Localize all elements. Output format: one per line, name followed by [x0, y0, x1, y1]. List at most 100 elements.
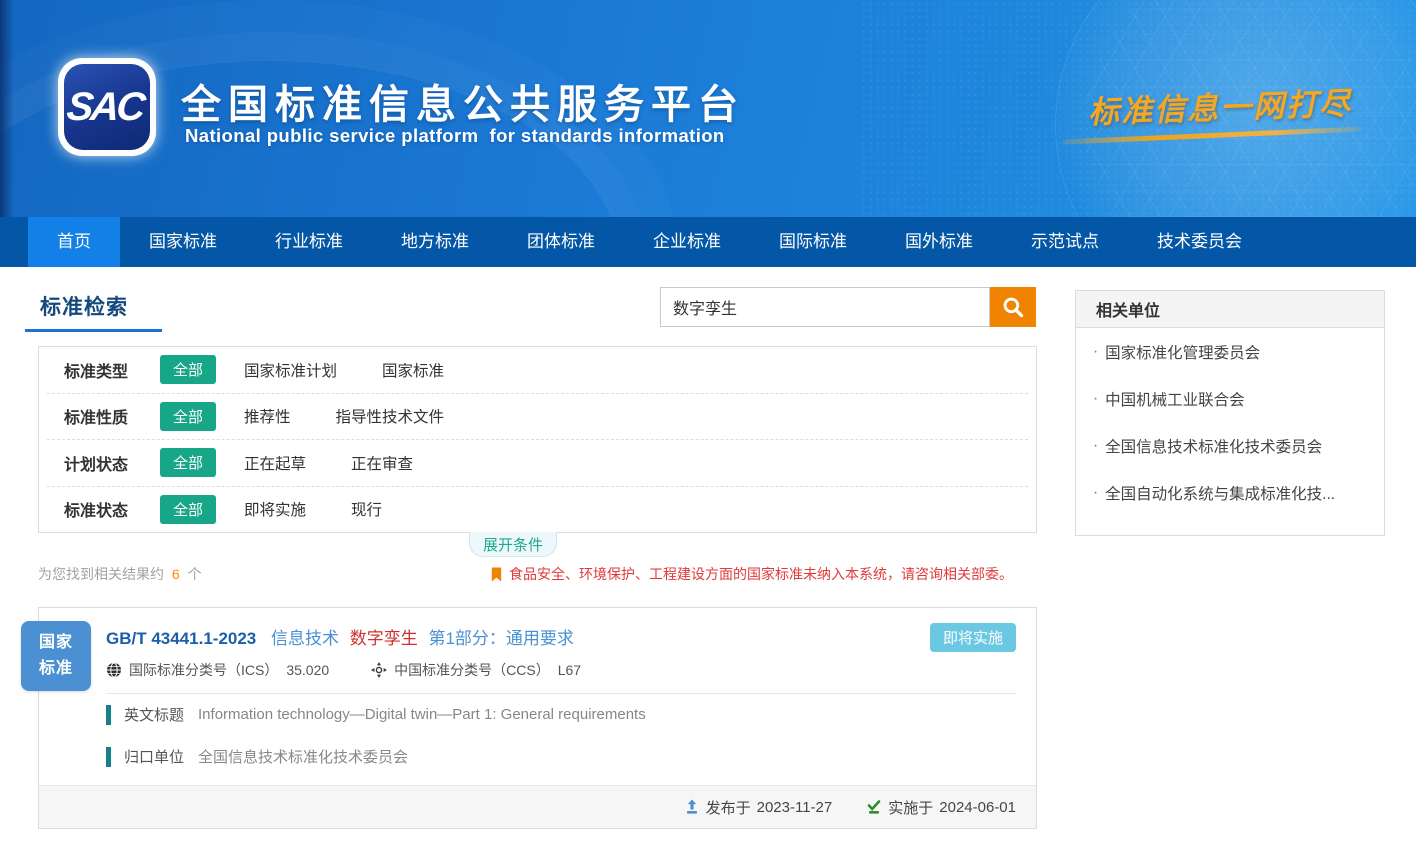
badge-line1: 国家 [39, 630, 73, 656]
related-unit-label: 中国机械工业联合会 [1105, 388, 1245, 410]
nav-tab-foreign-standards[interactable]: 国外标准 [876, 217, 1002, 267]
standard-code: GB/T 43441.1-2023 [106, 629, 256, 648]
list-dot: · [1093, 343, 1098, 361]
standard-title-highlight: 数字孪生 [350, 629, 418, 648]
search-button[interactable] [990, 287, 1036, 327]
publish-date-item: 发布于 2023-11-27 [684, 797, 833, 818]
publish-icon [684, 799, 706, 815]
department-row: 归口单位 全国信息技术标准化技术委员会 [106, 746, 408, 767]
ccs-value: L67 [558, 662, 581, 678]
related-unit-item-0[interactable]: · 国家标准化管理委员会 [1076, 328, 1384, 375]
header-edge-decoration [0, 0, 14, 217]
standard-title-part2: 第1部分：通用要求 [428, 629, 573, 648]
sac-logo[interactable]: SAC [58, 58, 156, 156]
list-dot: · [1093, 484, 1098, 502]
ccs-label: 中国标准分类号（CCS） [394, 660, 550, 680]
filter-option-standard-status-0[interactable]: 即将实施 [244, 498, 306, 520]
filter-option-standard-nature-0[interactable]: 推荐性 [244, 405, 291, 427]
teal-bar-decoration [106, 705, 111, 725]
related-unit-label: 全国自动化系统与集成标准化技... [1105, 482, 1335, 504]
nav-tab-enterprise-standards[interactable]: 企业标准 [624, 217, 750, 267]
filter-row-standard-status: 标准状态全部即将实施现行 [47, 486, 1028, 533]
standard-type-badge: 国家 标准 [21, 621, 91, 691]
card-meta-row: 国际标准分类号（ICS） 35.020 中国标准分类号（CCS） L67 [106, 660, 623, 680]
nav-tab-local-standards[interactable]: 地方标准 [372, 217, 498, 267]
publish-date: 2023-11-27 [757, 799, 833, 816]
filter-label-standard-nature: 标准性质 [64, 404, 160, 428]
filter-all-button-standard-status[interactable]: 全部 [160, 495, 216, 524]
standard-title-part1: 信息技术 [271, 629, 339, 648]
result-count-suffix: 个 [188, 566, 202, 582]
nav-tab-international-standards[interactable]: 国际标准 [750, 217, 876, 267]
globe-icon [106, 662, 129, 678]
title-underline [25, 329, 162, 332]
ics-value: 35.020 [286, 662, 329, 678]
notice-text: 食品安全、环境保护、工程建设方面的国家标准未纳入本系统，请咨询相关部委。 [509, 564, 1013, 584]
filter-option-standard-type-1[interactable]: 国家标准 [382, 359, 444, 381]
search-icon [1002, 296, 1024, 318]
implement-date-item: 实施于 2024-06-01 [866, 797, 1016, 818]
nav-tab-national-standards[interactable]: 国家标准 [120, 217, 246, 267]
nav-tab-group-standards[interactable]: 团体标准 [498, 217, 624, 267]
search-input[interactable] [660, 287, 990, 327]
filter-box: 标准类型全部国家标准计划国家标准标准性质全部推荐性指导性技术文件计划状态全部正在… [38, 346, 1037, 533]
nav-tab-technical-committee[interactable]: 技术委员会 [1128, 217, 1271, 267]
standard-title-link[interactable]: GB/T 43441.1-2023 信息技术 数字孪生 第1部分：通用要求 [106, 624, 574, 649]
site-header: SAC 全国标准信息公共服务平台 National public service… [0, 0, 1416, 217]
card-footer: 发布于 2023-11-27 实施于 2024-06-01 [39, 785, 1036, 828]
results-row: 为您找到相关结果约 6 个 食品安全、环境保护、工程建设方面的国家标准未纳入本系… [38, 563, 1037, 585]
card-divider [106, 693, 1016, 694]
status-badge: 即将实施 [930, 623, 1016, 652]
department-value: 全国信息技术标准化技术委员会 [198, 746, 408, 767]
english-title-value: Information technology—Digital twin—Part… [198, 706, 646, 723]
filter-option-standard-type-0[interactable]: 国家标准计划 [244, 359, 337, 381]
related-units-list: · 国家标准化管理委员会 · 中国机械工业联合会 · 全国信息技术标准化技术委员会 · 全国自… [1076, 328, 1384, 516]
page-root: SAC 全国标准信息公共服务平台 National public service… [0, 0, 1416, 845]
related-unit-label: 国家标准化管理委员会 [1105, 341, 1260, 363]
ics-label: 国际标准分类号（ICS） [129, 660, 278, 680]
english-title-row: 英文标题 Information technology—Digital twin… [106, 704, 646, 725]
bookmark-icon [489, 566, 509, 583]
filter-all-button-plan-status[interactable]: 全部 [160, 448, 216, 477]
filter-all-button-standard-nature[interactable]: 全部 [160, 402, 216, 431]
nav-tab-pilot[interactable]: 示范试点 [1002, 217, 1128, 267]
nav-tab-home[interactable]: 首页 [28, 217, 120, 267]
teal-bar-decoration [106, 747, 111, 767]
filter-label-plan-status: 计划状态 [64, 451, 160, 475]
related-unit-label: 全国信息技术标准化技术委员会 [1105, 435, 1322, 457]
filter-option-standard-status-1[interactable]: 现行 [351, 498, 382, 520]
filter-label-standard-type: 标准类型 [64, 358, 160, 382]
related-unit-item-2[interactable]: · 全国信息技术标准化技术委员会 [1076, 422, 1384, 469]
filter-option-plan-status-1[interactable]: 正在审查 [351, 452, 413, 474]
result-count: 为您找到相关结果约 6 个 [38, 564, 202, 584]
ics-meta: 国际标准分类号（ICS） 35.020 [106, 660, 329, 680]
department-label: 归口单位 [124, 746, 184, 767]
standard-result-card: 国家 标准 GB/T 43441.1-2023 信息技术 数字孪生 第1部分：通… [38, 607, 1037, 829]
sac-logo-text: SAC [65, 85, 149, 130]
ccs-meta: 中国标准分类号（CCS） L67 [371, 660, 581, 680]
filter-all-button-standard-type[interactable]: 全部 [160, 355, 216, 384]
system-notice: 食品安全、环境保护、工程建设方面的国家标准未纳入本系统，请咨询相关部委。 [489, 564, 1013, 584]
sac-logo-inner: SAC [64, 64, 150, 150]
site-subtitle: National public service platform for sta… [185, 125, 725, 147]
related-unit-item-1[interactable]: · 中国机械工业联合会 [1076, 375, 1384, 422]
list-dot: · [1093, 390, 1098, 408]
main-nav: 首页国家标准行业标准地方标准团体标准企业标准国际标准国外标准示范试点技术委员会 [0, 217, 1416, 267]
implement-label: 实施于 [888, 797, 933, 818]
expand-conditions-button[interactable]: 展开条件 [469, 532, 557, 557]
implement-check-icon [866, 799, 888, 815]
filter-option-plan-status-0[interactable]: 正在起草 [244, 452, 306, 474]
filter-row-standard-type: 标准类型全部 国家标准计划 国家标准 [47, 347, 1028, 393]
site-title: 全国标准信息公共服务平台 [181, 72, 745, 130]
badge-line2: 标准 [39, 656, 73, 682]
nav-tab-industry-standards[interactable]: 行业标准 [246, 217, 372, 267]
related-unit-item-3[interactable]: · 全国自动化系统与集成标准化技... [1076, 469, 1384, 516]
list-dot: · [1093, 437, 1098, 455]
implement-date: 2024-06-01 [939, 799, 1016, 816]
filter-row-standard-nature: 标准性质全部 推荐性 指导性技术文件 [47, 393, 1028, 440]
filter-option-standard-nature-1[interactable]: 指导性技术文件 [336, 405, 445, 427]
english-title-label: 英文标题 [124, 704, 184, 725]
related-units-title: 相关单位 [1076, 291, 1384, 328]
related-units-panel: 相关单位 · 国家标准化管理委员会 · 中国机械工业联合会 · 全国信息技术标准化技术委员… [1075, 290, 1385, 536]
compass-icon [371, 662, 394, 678]
